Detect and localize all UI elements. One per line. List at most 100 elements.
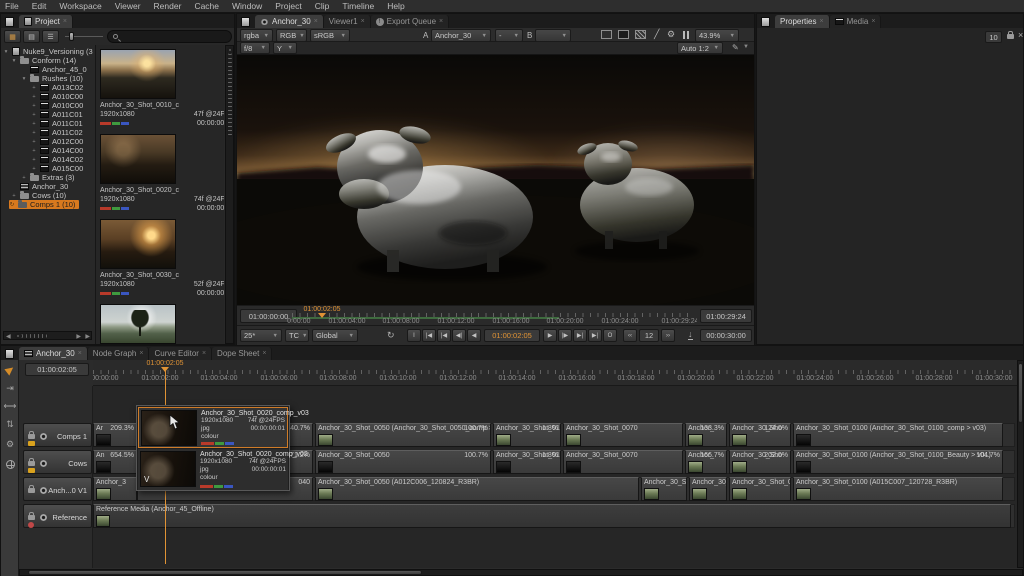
tree-item[interactable]: +Extras (3) [21,173,75,182]
timecode-mode-dropdown[interactable]: TC▼ [285,329,309,342]
timeline-clip[interactable]: Anchor_30_Sho124.0% [729,423,791,447]
timeline-clip[interactable]: Anchor_30_Shot_0100 (A015C007_120728_R3B… [793,477,1003,501]
fullscreen-icon[interactable] [618,30,629,39]
menu-help[interactable]: Help [387,1,404,11]
skip-back-button[interactable]: ‹‹ [623,329,637,342]
move-trim-tool[interactable]: ⇥ [2,381,18,395]
channels-dropdown[interactable]: rgba▼ [240,29,273,42]
timeline-clip[interactable]: Anchor_30_Shot_0050 (Anchor_30_Shot_0050… [315,423,491,447]
scroll-right-icon[interactable]: ▶ [85,333,90,340]
loop-mode-button[interactable]: O [603,329,617,342]
tree-item[interactable]: +Cows (10) [11,191,66,200]
bin-item-thumbnail[interactable] [100,49,176,99]
next-edit-button[interactable]: ▶| [573,329,587,342]
menu-render[interactable]: Render [154,1,182,11]
tab-export-queue[interactable]: Export Queue× [371,15,449,28]
bin-vscrollbar[interactable] [225,45,234,344]
go-to-end-button[interactable]: ▶| [588,329,602,342]
bin-item-thumbnail[interactable] [100,219,176,269]
close-icon[interactable]: × [262,350,266,357]
tree-item[interactable]: +A014C00 [31,146,83,155]
timeline-clip[interactable]: Anchor_30_Sho202.0% [729,450,791,474]
duration-timecode[interactable]: 00:00:30:00 [700,329,752,342]
frame-increment-field[interactable]: 12 [639,329,659,342]
sync-tool[interactable] [2,457,18,471]
checkerboard-icon[interactable] [635,30,646,39]
viewer-ruler[interactable]: 01:00:00:00 01:00:04:00 01:00:08:00 01:0… [287,306,697,326]
timeline-clip[interactable]: Anchor_30_Shot_0060 [641,477,687,501]
lock-icon[interactable] [1007,34,1014,39]
downrez-dropdown[interactable]: Auto 1:2▼ [677,42,723,54]
panel-icon[interactable] [5,349,14,359]
current-timecode[interactable]: 01:00:02:05 [484,329,540,342]
lock-icon[interactable] [28,461,35,466]
timeline-clip[interactable]: Anchor_30_Shot_0070 [563,450,683,474]
close-icon[interactable]: × [63,18,67,25]
tree-item[interactable]: ▾Rushes (10) [21,74,83,83]
menu-cache[interactable]: Cache [194,1,219,11]
version-item-v02[interactable]: V Anchor_30_Shot_0020_comp_v02 1920x1080… [138,449,288,490]
tab-media[interactable]: Media× [830,15,882,28]
viewer-out-timecode[interactable]: 01:00:29:24 [700,309,752,323]
play-backward-button[interactable]: ◀ [467,329,481,342]
step-back-button[interactable]: ◀| [452,329,466,342]
close-icon[interactable]: × [78,350,82,357]
tree-item[interactable]: +A014C02 [31,155,83,164]
close-icon[interactable]: × [361,18,365,25]
close-icon[interactable]: × [139,350,143,357]
scroll-left-icon[interactable]: ◀ [6,333,11,340]
tab-properties[interactable]: Properties× [775,15,830,28]
lock-icon[interactable] [28,515,35,520]
panel-icon[interactable] [241,17,250,27]
tree-item[interactable]: +A015C00 [31,164,83,173]
menu-timeline[interactable]: Timeline [342,1,374,11]
panel-icon[interactable] [761,17,770,27]
tree-item[interactable]: ▾Nuke9_Versioning (3 [3,47,93,56]
timeline-vscrollbar[interactable] [1017,360,1024,568]
timeline-clip[interactable]: An654.5% [93,450,137,474]
timeline-clip[interactable]: Anchor_3 [93,477,137,501]
loop-icon[interactable]: ↻ [387,330,395,341]
timeline-clip[interactable]: Anchor_30_Shot_0050100.7% [315,450,491,474]
pause-icon[interactable] [681,30,690,39]
tree-item[interactable]: +A012C00 [31,137,83,146]
tree-item-selected[interactable]: ↻Comps 1 (10) [9,200,79,209]
visibility-eye-icon[interactable] [39,433,48,440]
range-dropdown[interactable]: Global▼ [312,329,358,342]
gain-dropdown[interactable]: f/8▼ [240,42,270,54]
tree-item[interactable]: +A013C02 [31,83,83,92]
slider-knob[interactable] [69,32,74,41]
tree-item[interactable]: +A011C01 [31,110,83,119]
chevron-down-icon[interactable]: ▼ [743,44,749,50]
menu-file[interactable]: File [5,1,19,11]
close-icon[interactable]: × [819,18,823,25]
tree-item[interactable]: ▾Conform (14) [11,56,76,65]
tab-viewer1[interactable]: Viewer1× [324,15,371,28]
tree-item[interactable]: +A011C01 [31,119,83,128]
timeline-clip[interactable]: Anchor_166.7% [685,450,727,474]
bin-item-thumbnail[interactable] [100,134,176,184]
lock-icon[interactable] [28,488,35,493]
blend-dropdown[interactable]: -▼ [495,29,523,42]
razor-settings-tool[interactable]: ⚙ [2,437,18,451]
play-forward-button[interactable]: ▶ [543,329,557,342]
timeline-clip[interactable]: Anchor_133.3% [685,423,727,447]
slip-tool[interactable]: ⟷ [2,399,18,413]
tree-item[interactable]: Anchor_45_0 [21,65,87,74]
input-a-dropdown[interactable]: Anchor_30▼ [431,29,491,42]
timeline-clip[interactable]: Ar209.3% [93,423,137,447]
menu-workspace[interactable]: Workspace [59,1,101,11]
prev-edit-button[interactable]: |◀ [437,329,451,342]
skip-forward-button[interactable]: ›› [661,329,675,342]
timeline-clip-reference[interactable]: Reference Media (Anchor_45_Offline) [93,504,1011,528]
wipe-icon[interactable]: ╱ [654,29,659,40]
menu-edit[interactable]: Edit [32,1,47,11]
visibility-eye-icon[interactable] [39,487,48,494]
lock-icon[interactable] [28,434,35,439]
clear-panel-icon[interactable]: × [1018,30,1023,40]
timeline-clip[interactable]: Anchor_30_Shot_0101.8% [493,423,561,447]
in-point-button[interactable]: I [407,329,421,342]
go-to-start-button[interactable]: |◀ [422,329,436,342]
tree-hscrollbar[interactable]: ◀ ▶ ▶ [3,331,92,340]
export-frame-icon[interactable]: ↓ [688,329,693,340]
